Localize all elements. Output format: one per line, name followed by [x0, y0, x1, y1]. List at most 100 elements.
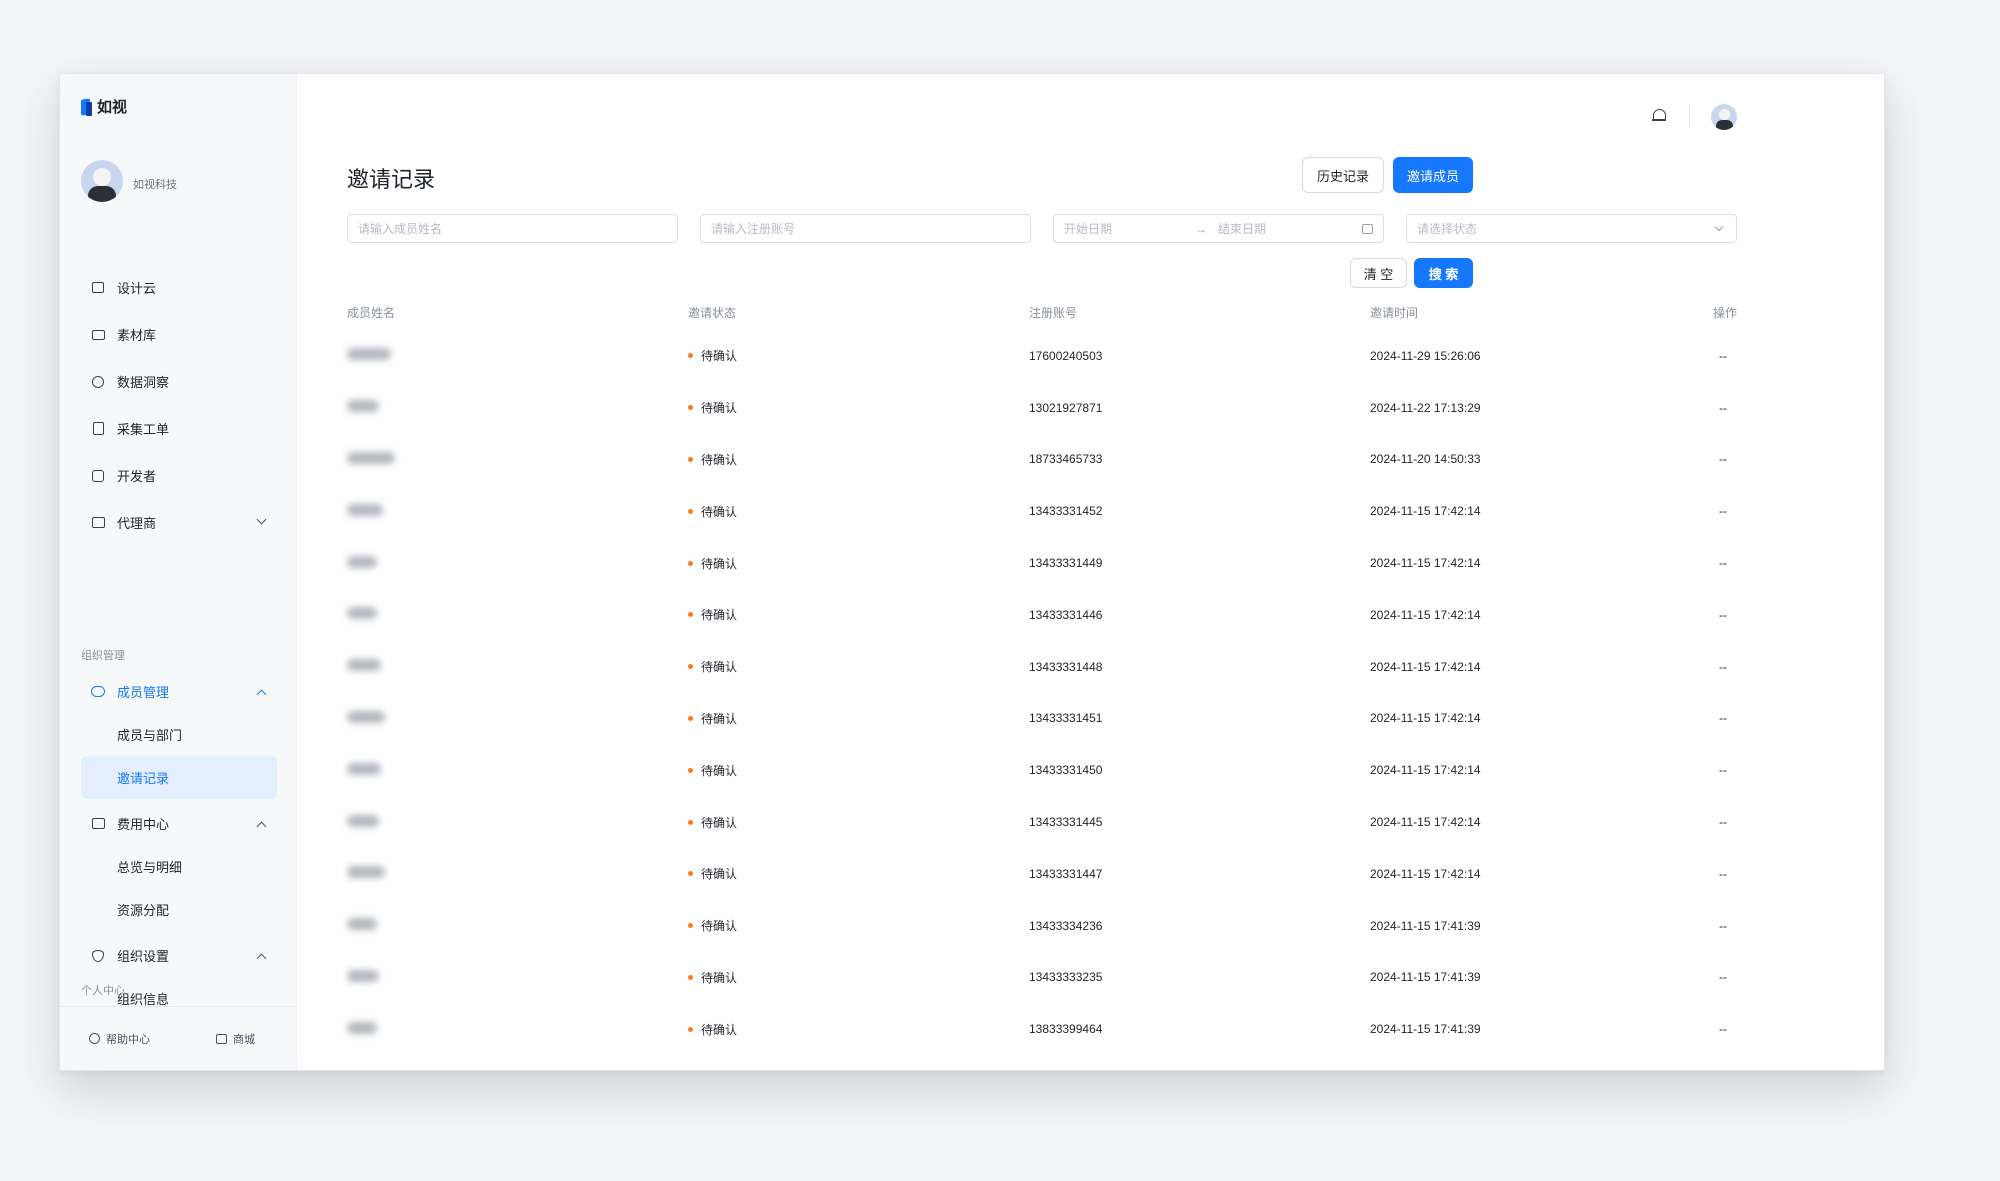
status-cell: 待确认: [688, 710, 1029, 727]
sidebar-item-work-orders[interactable]: 采集工单: [81, 405, 277, 452]
logo-text: 如视: [97, 99, 128, 116]
operation-cell: --: [1719, 970, 1727, 985]
table-row: 待确认 13433331452 2024-11-15 17:42:14 --: [347, 485, 1737, 537]
pie-chart-icon: [91, 375, 105, 389]
sidebar-subitem-resource-allocation[interactable]: 资源分配: [81, 888, 277, 931]
status-dot-icon: [688, 612, 693, 618]
history-button[interactable]: 历史记录: [1302, 157, 1384, 193]
invite-time-cell: 2024-11-15 17:42:14: [1370, 659, 1481, 674]
status-text: 待确认: [701, 867, 738, 882]
status-dot-icon: [688, 560, 693, 566]
user-avatar[interactable]: [1711, 104, 1737, 130]
member-name-filter[interactable]: [347, 214, 678, 243]
invite-member-button[interactable]: 邀请成员: [1393, 157, 1473, 193]
help-center-label: 帮助中心: [106, 1033, 150, 1046]
redacted-name: [347, 607, 377, 620]
sidebar-item-member-management[interactable]: 成员管理: [81, 670, 277, 713]
operation-cell: --: [1719, 556, 1727, 571]
redacted-name: [347, 762, 381, 775]
status-cell: 待确认: [688, 658, 1029, 675]
help-icon: [89, 1033, 100, 1044]
table-row: 待确认 13433331446 2024-11-15 17:42:14 --: [347, 589, 1737, 641]
chevron-up-icon[interactable]: [256, 821, 267, 832]
start-date-input[interactable]: 开始日期: [1064, 220, 1184, 237]
table-row: 待确认 13433331450 2024-11-15 17:42:14 --: [347, 744, 1737, 796]
member-name-cell: [347, 348, 688, 363]
member-name-cell: [347, 969, 688, 985]
sidebar-item-agent[interactable]: 代理商: [81, 499, 277, 546]
account-cell: 13833399464: [1029, 1022, 1103, 1037]
bell-icon[interactable]: [1652, 108, 1666, 124]
document-icon: [91, 422, 105, 436]
table-row: 待确认 13833399464 2024-11-15 17:41:39 --: [347, 1003, 1737, 1055]
clear-button[interactable]: 清 空: [1350, 258, 1407, 288]
member-name-input[interactable]: [358, 221, 667, 236]
invite-time-cell: 2024-11-15 17:42:14: [1370, 711, 1481, 726]
chevron-up-icon[interactable]: [256, 689, 267, 700]
redacted-name: [347, 451, 395, 464]
sidebar-item-org-settings[interactable]: 组织设置: [81, 934, 277, 977]
help-center-link[interactable]: 帮助中心: [89, 1031, 150, 1047]
invite-time-cell: 2024-11-15 17:41:39: [1370, 918, 1481, 933]
status-select[interactable]: 请选择状态: [1406, 214, 1737, 243]
invite-time-cell: 2024-11-15 17:41:39: [1370, 1022, 1481, 1037]
operation-cell: --: [1719, 452, 1727, 467]
sidebar-subitem-invite-records[interactable]: 邀请记录: [81, 756, 277, 799]
sidebar-subitem-members-departments[interactable]: 成员与部门: [81, 713, 277, 756]
status-text: 待确认: [701, 608, 738, 623]
member-name-cell: [347, 659, 688, 674]
sidebar-item-data-insight[interactable]: 数据洞察: [81, 358, 277, 405]
folder-icon: [91, 328, 105, 342]
status-cell: 待确认: [688, 762, 1029, 779]
logo-icon: [81, 97, 93, 117]
table-header: 成员姓名 邀请状态 注册账号 邀请时间 操作: [347, 294, 1737, 330]
status-dot-icon: [688, 508, 693, 514]
logo[interactable]: 如视: [81, 96, 127, 117]
status-text: 待确认: [701, 452, 738, 467]
status-cell: 待确认: [688, 555, 1029, 572]
member-name-cell: [347, 710, 688, 726]
operation-cell: --: [1719, 607, 1727, 622]
date-range-picker[interactable]: 开始日期 → 结束日期: [1053, 214, 1384, 243]
redacted-name: [347, 866, 385, 879]
member-name-cell: [347, 762, 688, 778]
table-row: 待确认 13433331449 2024-11-15 17:42:14 --: [347, 537, 1737, 589]
account-cell: 13433333235: [1029, 970, 1103, 985]
briefcase-icon: [91, 516, 105, 530]
sidebar-item-design-cloud[interactable]: 设计云: [81, 264, 277, 311]
account-filter[interactable]: [700, 214, 1031, 243]
org-name: 如视科技: [133, 179, 177, 191]
search-button[interactable]: 搜 索: [1414, 258, 1473, 288]
operation-cell: --: [1719, 348, 1727, 363]
wallet-icon: [91, 817, 105, 831]
account-cell: 13433334236: [1029, 918, 1103, 933]
status-text: 待确认: [701, 1022, 738, 1037]
status-text: 待确认: [701, 711, 738, 726]
sidebar-item-billing-center[interactable]: 费用中心: [81, 802, 277, 845]
status-text: 待确认: [701, 556, 738, 571]
account-cell: 13433331449: [1029, 556, 1103, 571]
table-row: 待确认 13021927871 2024-11-22 17:13:29 --: [347, 382, 1737, 434]
end-date-input[interactable]: 结束日期: [1218, 220, 1338, 237]
table-row: 待确认 13433334236 2024-11-15 17:41:39 --: [347, 900, 1737, 952]
status-dot-icon: [688, 664, 693, 670]
status-cell: 待确认: [688, 606, 1029, 623]
account-input[interactable]: [711, 221, 1020, 236]
sidebar-subitem-overview-details[interactable]: 总览与明细: [81, 845, 277, 888]
invite-time-cell: 2024-11-20 14:50:33: [1370, 452, 1481, 467]
sidebar-item-label: 组织设置: [117, 949, 170, 964]
sidebar-item-developer[interactable]: 开发者: [81, 452, 277, 499]
sidebar-item-material-library[interactable]: 素材库: [81, 311, 277, 358]
status-cell: 待确认: [688, 814, 1029, 831]
sidebar-item-label: 设计云: [117, 281, 157, 296]
column-header: 成员姓名: [347, 305, 396, 320]
sidebar: 如视 如视科技 设计云 素材库 数据洞察 采集工单 开发者 代理商 组织管理 成…: [60, 74, 297, 1070]
org-profile[interactable]: 如视科技: [81, 160, 177, 202]
chevron-up-icon[interactable]: [256, 953, 267, 964]
shop-link[interactable]: 商城: [216, 1031, 255, 1047]
operation-cell: --: [1719, 763, 1727, 778]
table-body: 待确认 17600240503 2024-11-29 15:26:06 -- 待确认 13…: [347, 330, 1737, 1055]
page-title: 邀请记录: [347, 167, 436, 192]
main-content: 邀请记录 历史记录 邀请成员 开始日期 → 结束日期 请选择状态 清 空 搜 索…: [297, 74, 1884, 1070]
chevron-down-icon[interactable]: [256, 514, 267, 525]
